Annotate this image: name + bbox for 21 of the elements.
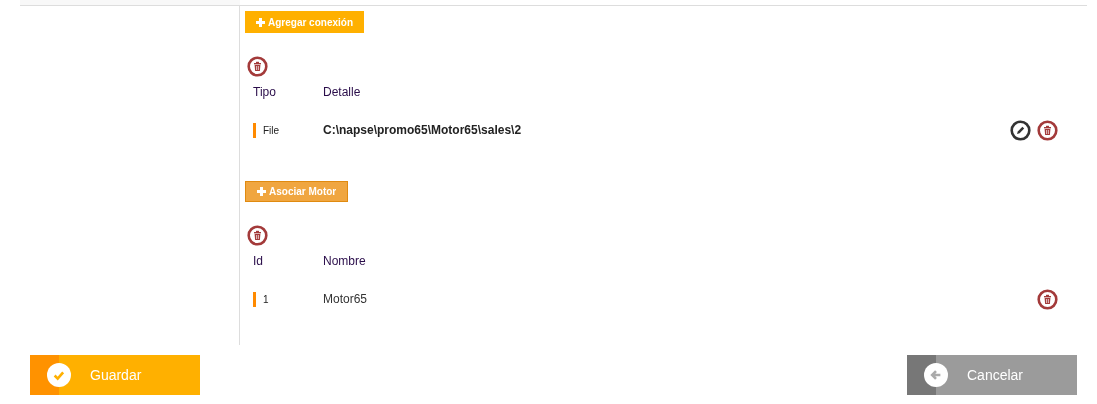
edit-icon[interactable]	[1010, 119, 1031, 141]
check-icon	[47, 363, 71, 387]
plus-icon	[256, 17, 265, 27]
arrow-left-icon	[924, 363, 948, 387]
add-button[interactable]: Agregar conexión	[245, 11, 365, 33]
column-header: Detalle	[323, 85, 361, 99]
table-cell: C:\napse\promo65\Motor65\sales\2	[323, 123, 522, 137]
delete-icon[interactable]	[1037, 119, 1058, 141]
add-button[interactable]: Asociar Motor	[245, 181, 349, 202]
delete-icon[interactable]	[247, 225, 268, 246]
table-cell: Motor65	[323, 292, 368, 306]
row-marker-cell: File	[253, 122, 280, 138]
save-button[interactable]: Guardar	[30, 355, 200, 395]
plus-icon	[257, 187, 266, 196]
cancel-button[interactable]: Cancelar	[907, 355, 1077, 395]
delete-icon[interactable]	[247, 56, 268, 77]
column-header: Id	[253, 254, 263, 268]
delete-icon[interactable]	[1037, 288, 1058, 310]
column-header: Nombre	[323, 254, 366, 268]
row-marker-cell: 1	[253, 291, 269, 307]
column-header: Tipo	[253, 85, 276, 99]
